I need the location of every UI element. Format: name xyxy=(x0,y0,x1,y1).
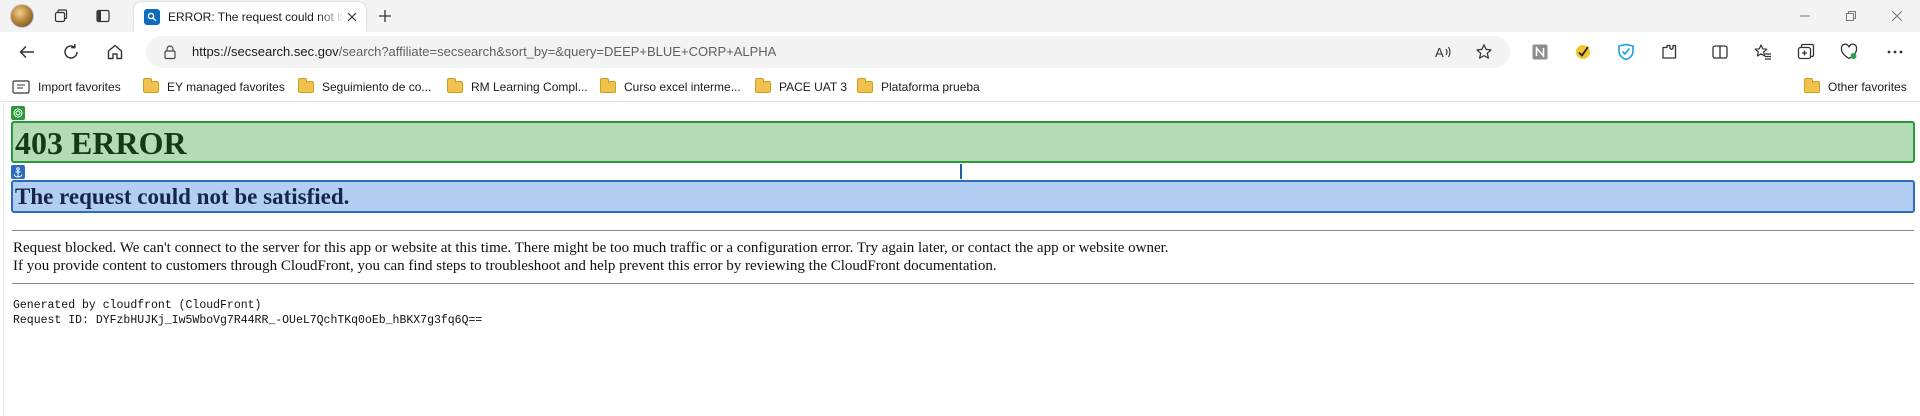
page-title: 403 ERROR xyxy=(15,125,187,161)
url-host: https://secsearch.sec.gov xyxy=(192,44,339,59)
favorites-bar: Import favorites EY managed favorites Se… xyxy=(0,72,1920,102)
favorites-folder-curso-excel[interactable]: Curso excel interme... xyxy=(600,77,741,97)
favorites-folder-pace-uat[interactable]: PACE UAT 3 xyxy=(755,77,847,97)
favorites-folder-other[interactable]: Other favorites xyxy=(1804,77,1907,97)
heartbeat-icon[interactable] xyxy=(1834,37,1864,67)
guide-line xyxy=(960,164,962,179)
profile-avatar[interactable] xyxy=(10,4,34,28)
favorites-item-import[interactable]: Import favorites xyxy=(12,77,121,97)
folder-icon xyxy=(447,78,463,93)
favorites-item-label: EY managed favorites xyxy=(167,80,285,94)
tab-strip: ERROR: The request could not be satisfie… xyxy=(0,0,1920,32)
close-window-icon[interactable] xyxy=(1874,0,1920,32)
star-icon[interactable] xyxy=(1472,40,1496,64)
folder-icon xyxy=(857,78,873,93)
restore-icon[interactable] xyxy=(1828,0,1874,32)
folder-icon xyxy=(298,78,314,93)
favorites-item-label: Seguimiento de co... xyxy=(322,80,432,94)
generated-by-text: Generated by cloudfront (CloudFront) xyxy=(13,299,262,312)
url-text[interactable]: https://secsearch.sec.gov/search?affilia… xyxy=(192,44,776,59)
search-favicon-icon xyxy=(144,9,160,25)
target-marker-icon xyxy=(11,106,25,120)
favorites-item-label: RM Learning Compl... xyxy=(471,80,588,94)
more-icon[interactable] xyxy=(1880,37,1910,67)
workspaces-icon[interactable] xyxy=(48,3,74,29)
page-content: 403 ERROR The request could not be satis… xyxy=(3,103,1920,416)
favorites-item-label: Curso excel interme... xyxy=(624,80,741,94)
cloudfront-message: If you provide content to customers thro… xyxy=(13,258,997,274)
subheading-highlight: The request could not be satisfied. xyxy=(11,180,1915,213)
notion-extension-icon[interactable] xyxy=(1525,37,1555,67)
folder-icon xyxy=(143,78,159,93)
active-tab[interactable]: ERROR: The request could not be satisfie… xyxy=(134,2,366,32)
divider xyxy=(12,230,1914,231)
favorites-item-label: Plataforma prueba xyxy=(881,80,980,94)
folder-icon xyxy=(600,78,616,93)
minimize-icon[interactable] xyxy=(1782,0,1828,32)
favorites-icon[interactable] xyxy=(1748,37,1778,67)
svg-text:A: A xyxy=(1435,45,1444,60)
back-arrow-icon[interactable] xyxy=(12,37,42,67)
request-id-text: Request ID: DYFzbHUJKj_Iw5WboVg7R44RR_-O… xyxy=(13,314,483,327)
folder-icon xyxy=(755,78,771,93)
anchor-icon xyxy=(11,165,25,179)
import-favorites-icon xyxy=(12,80,30,94)
favorites-folder-seguimiento[interactable]: Seguimiento de co... xyxy=(298,77,431,97)
favorites-item-label: PACE UAT 3 xyxy=(779,80,848,94)
read-aloud-icon[interactable]: A xyxy=(1432,40,1456,64)
favorites-folder-rm-learning[interactable]: RM Learning Compl... xyxy=(447,77,588,97)
checkmark-extension-icon[interactable] xyxy=(1568,37,1598,67)
close-tab-icon[interactable] xyxy=(344,9,360,25)
favorites-folder-ey[interactable]: EY managed favorites xyxy=(143,77,285,97)
favorites-folder-plataforma[interactable]: Plataforma prueba xyxy=(857,77,980,97)
home-icon[interactable] xyxy=(100,37,130,67)
error-message: Request blocked. We can't connect to the… xyxy=(13,240,1169,256)
page-subtitle: The request could not be satisfied. xyxy=(15,184,350,209)
favorites-item-label: Other favorites xyxy=(1828,80,1907,94)
folder-icon xyxy=(1804,78,1820,93)
address-bar[interactable]: https://secsearch.sec.gov/search?affilia… xyxy=(146,36,1510,68)
tab-title: ERROR: The request could not be satisfie… xyxy=(168,10,344,24)
tab-actions-icon[interactable] xyxy=(90,3,116,29)
new-tab-button[interactable] xyxy=(372,3,398,29)
favorites-item-label: Import favorites xyxy=(38,80,121,94)
split-screen-icon[interactable] xyxy=(1705,37,1735,67)
refresh-icon[interactable] xyxy=(56,37,86,67)
navigation-toolbar: https://secsearch.sec.gov/search?affilia… xyxy=(0,32,1920,72)
heading-highlight: 403 ERROR xyxy=(11,121,1915,163)
divider xyxy=(12,283,1914,284)
collections-icon[interactable] xyxy=(1791,37,1821,67)
url-path: /search?affiliate=secsearch&sort_by=&que… xyxy=(338,44,777,59)
lock-icon[interactable] xyxy=(162,44,178,60)
extensions-icon[interactable] xyxy=(1654,37,1684,67)
shield-extension-icon[interactable] xyxy=(1611,37,1641,67)
